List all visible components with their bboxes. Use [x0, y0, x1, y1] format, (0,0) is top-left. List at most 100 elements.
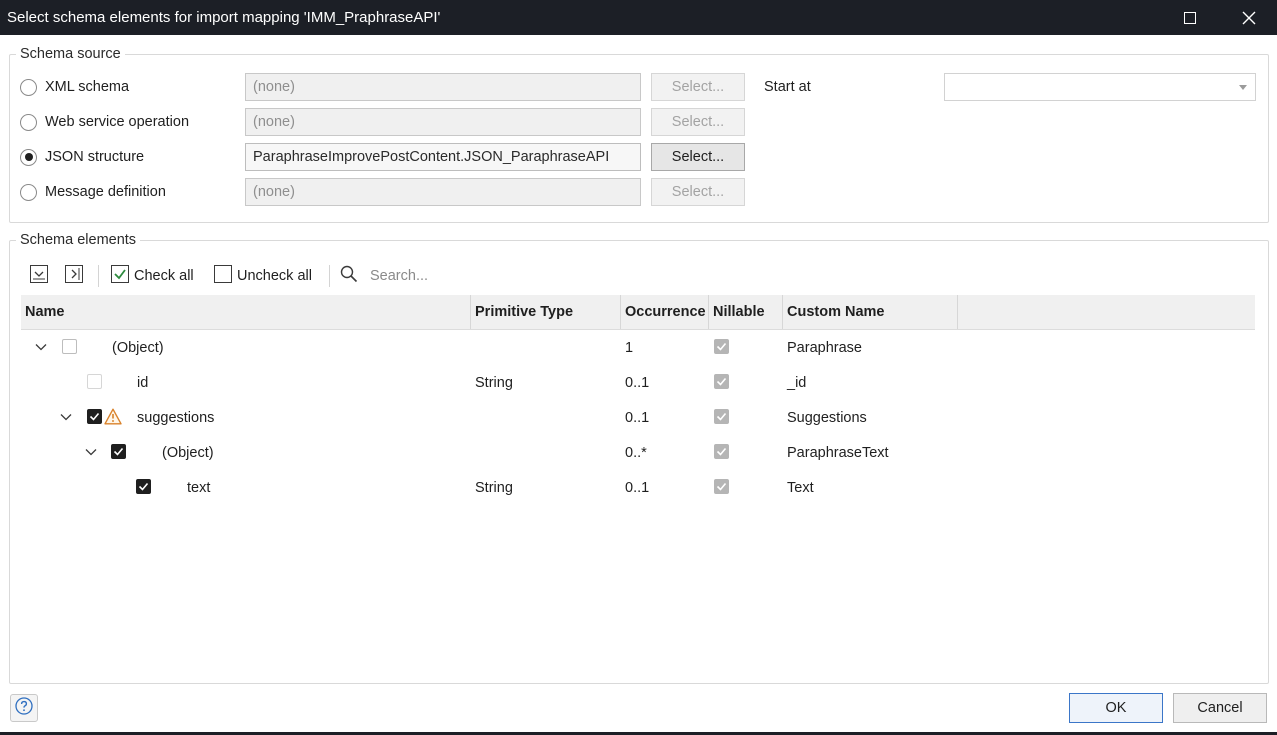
- radio-label: Message definition: [45, 184, 166, 200]
- radio-message-definition[interactable]: Message definition: [20, 178, 166, 206]
- title-bar: Select schema elements for import mappin…: [0, 0, 1277, 35]
- radio-button-selected[interactable]: [20, 148, 37, 166]
- expand-all-icon: [65, 265, 83, 287]
- table-row[interactable]: (Object) 0..* ParaphraseText: [21, 435, 1255, 470]
- row-name: text: [187, 479, 211, 496]
- close-icon: [1242, 11, 1256, 25]
- web-service-field: (none): [245, 108, 641, 136]
- column-header-name[interactable]: Name: [21, 295, 471, 329]
- button-label: Select...: [671, 184, 725, 200]
- radio-button[interactable]: [20, 78, 37, 96]
- row-occurrence: 0..1: [625, 479, 650, 496]
- row-occurrence: 0..1: [625, 409, 650, 426]
- field-value: (none): [253, 114, 295, 130]
- row-checkbox[interactable]: [111, 444, 126, 459]
- expand-all-button[interactable]: [65, 265, 83, 287]
- row-checkbox[interactable]: [87, 374, 102, 389]
- warning-icon: [104, 408, 122, 429]
- radio-label: JSON structure: [45, 149, 145, 165]
- row-custom-name[interactable]: Suggestions: [787, 400, 867, 435]
- dropdown-arrow-icon: [1239, 85, 1247, 90]
- start-at-label: Start at: [764, 79, 811, 95]
- table-row[interactable]: text String 0..1 Text: [21, 470, 1255, 505]
- ok-label: OK: [1105, 700, 1127, 716]
- xml-schema-field: (none): [245, 73, 641, 101]
- schema-elements-legend: Schema elements: [20, 232, 137, 248]
- field-value: (none): [253, 184, 295, 200]
- search-box[interactable]: Search...: [340, 265, 428, 287]
- row-name: id: [137, 374, 149, 391]
- radio-label: Web service operation: [45, 114, 190, 130]
- checkbox-empty-icon: [214, 265, 232, 287]
- maximize-button[interactable]: [1167, 0, 1213, 35]
- row-checkbox[interactable]: [87, 409, 102, 424]
- chevron-down-icon[interactable]: [85, 446, 97, 458]
- toolbar-separator: [329, 265, 330, 287]
- column-header-custom-name[interactable]: Custom Name: [783, 295, 958, 329]
- column-header-primitive-type[interactable]: Primitive Type: [471, 295, 621, 329]
- cancel-label: Cancel: [1197, 700, 1243, 716]
- chevron-down-icon[interactable]: [35, 341, 47, 353]
- collapse-all-icon: [30, 265, 48, 287]
- nillable-checkbox: [714, 444, 729, 459]
- row-occurrence: 0..1: [625, 374, 650, 391]
- message-definition-field: (none): [245, 178, 641, 206]
- row-checkbox[interactable]: [136, 479, 151, 494]
- field-value: ParaphraseImprovePostContent.JSON_Paraph…: [253, 149, 610, 165]
- message-definition-select-button[interactable]: Select...: [651, 178, 745, 206]
- field-value: (none): [253, 79, 295, 95]
- chevron-down-icon[interactable]: [60, 411, 72, 423]
- row-type: String: [475, 374, 513, 391]
- close-button[interactable]: [1226, 0, 1272, 35]
- web-service-select-button[interactable]: Select...: [651, 108, 745, 136]
- row-occurrence: 1: [625, 339, 634, 356]
- radio-button[interactable]: [20, 183, 37, 201]
- row-custom-name[interactable]: Paraphrase: [787, 330, 862, 365]
- table-row[interactable]: id String 0..1 _id: [21, 365, 1255, 400]
- button-label: Select...: [671, 149, 725, 165]
- search-icon: [340, 265, 358, 287]
- xml-schema-select-button[interactable]: Select...: [651, 73, 745, 101]
- button-label: Select...: [671, 79, 725, 95]
- radio-label: XML schema: [45, 79, 130, 95]
- row-custom-name[interactable]: ParaphraseText: [787, 435, 889, 470]
- table-row[interactable]: suggestions 0..1 Suggestions: [21, 400, 1255, 435]
- toolbar-separator: [98, 265, 99, 287]
- nillable-checkbox: [714, 374, 729, 389]
- help-button[interactable]: [10, 694, 38, 722]
- radio-xml-schema[interactable]: XML schema: [20, 73, 129, 101]
- search-input[interactable]: Search...: [370, 268, 428, 284]
- table-row[interactable]: (Object) 1 Paraphrase: [21, 330, 1255, 365]
- row-checkbox[interactable]: [62, 339, 77, 354]
- row-name: (Object): [112, 339, 164, 356]
- json-structure-field: ParaphraseImprovePostContent.JSON_Paraph…: [245, 143, 641, 171]
- schema-source-legend: Schema source: [20, 46, 121, 62]
- radio-web-service-operation[interactable]: Web service operation: [20, 108, 189, 136]
- check-all-label: Check all: [134, 268, 194, 284]
- column-header-nillable[interactable]: Nillable: [709, 295, 783, 329]
- json-structure-select-button[interactable]: Select...: [651, 143, 745, 171]
- maximize-icon: [1184, 11, 1196, 24]
- uncheck-all-button[interactable]: Uncheck all: [214, 265, 312, 287]
- row-occurrence: 0..*: [625, 444, 647, 461]
- row-name: suggestions: [137, 409, 215, 426]
- checkbox-checked-icon: [111, 265, 129, 287]
- nillable-checkbox: [714, 479, 729, 494]
- ok-button[interactable]: OK: [1069, 693, 1163, 723]
- row-custom-name[interactable]: Text: [787, 470, 814, 505]
- nillable-checkbox: [714, 409, 729, 424]
- column-header-occurrence[interactable]: Occurrence: [621, 295, 709, 329]
- button-label: Select...: [671, 114, 725, 130]
- row-type: String: [475, 479, 513, 496]
- row-custom-name[interactable]: _id: [787, 365, 806, 400]
- radio-button[interactable]: [20, 113, 37, 131]
- uncheck-all-label: Uncheck all: [237, 268, 312, 284]
- table-header: Name Primitive Type Occurrence Nillable …: [21, 295, 1255, 330]
- radio-json-structure[interactable]: JSON structure: [20, 143, 144, 171]
- check-all-button[interactable]: Check all: [111, 265, 194, 287]
- collapse-all-button[interactable]: [30, 265, 48, 287]
- start-at-dropdown[interactable]: [944, 73, 1256, 101]
- cancel-button[interactable]: Cancel: [1173, 693, 1267, 723]
- help-icon: [15, 697, 33, 719]
- row-name: (Object): [162, 444, 214, 461]
